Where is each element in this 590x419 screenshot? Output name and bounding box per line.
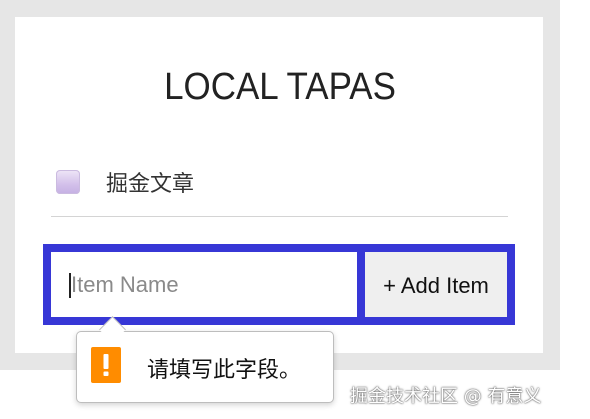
list-item: 掘金文章 <box>56 166 194 198</box>
watermark: 掘金技术社区 @ 有意义 <box>350 386 542 407</box>
validation-message: 请填写此字段。 <box>147 358 302 383</box>
add-item-form: + Add Item <box>43 244 515 325</box>
item-name-input[interactable] <box>51 252 357 317</box>
add-item-button[interactable]: + Add Item <box>365 252 507 317</box>
text-caret <box>69 273 71 298</box>
warning-icon <box>91 347 121 383</box>
item-label: 掘金文章 <box>106 172 195 197</box>
validation-tooltip: 请填写此字段。 <box>76 316 334 403</box>
item-checkbox[interactable] <box>56 170 80 194</box>
app-title: LOCAL TAPAS <box>164 66 396 108</box>
list-divider <box>51 216 508 217</box>
